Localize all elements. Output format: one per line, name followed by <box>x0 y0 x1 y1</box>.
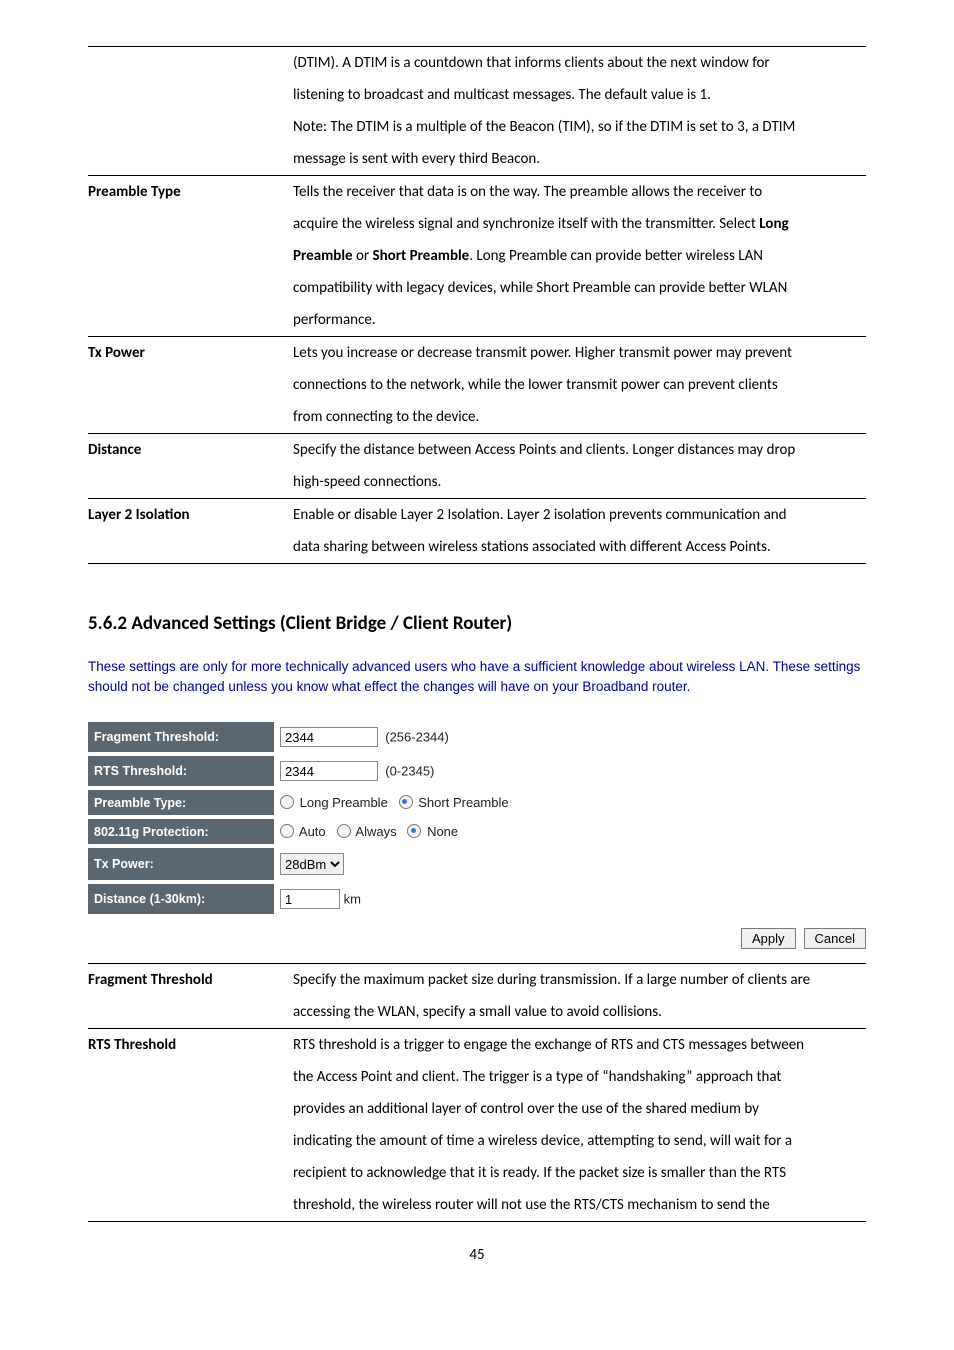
desc-line: threshold, the wireless router will not … <box>293 1189 866 1221</box>
term-layer2: Layer 2 Isolation <box>88 499 293 531</box>
term-tx-power: Tx Power <box>88 337 293 369</box>
distance-unit: km <box>344 892 361 907</box>
radio-protection-auto[interactable] <box>280 824 294 838</box>
radio-short-preamble-label: Short Preamble <box>418 795 508 810</box>
desc-line: acquire the wireless signal and synchron… <box>293 208 866 240</box>
row-80211g-protection: 802.11g Protection: Auto Always None <box>88 819 515 844</box>
label-distance: Distance (1-30km): <box>88 884 274 914</box>
term-distance: Distance <box>88 434 293 466</box>
desc-line: accessing the WLAN, specify a small valu… <box>293 996 866 1028</box>
desc-line: performance. <box>293 304 866 336</box>
desc-line: (DTIM). A DTIM is a countdown that infor… <box>293 47 866 79</box>
label-80211g-protection: 802.11g Protection: <box>88 819 274 844</box>
desc-line: Preamble or Short Preamble. Long Preambl… <box>293 240 866 272</box>
radio-protection-none[interactable] <box>407 824 421 838</box>
radio-short-preamble[interactable] <box>399 795 413 809</box>
radio-long-preamble-label: Long Preamble <box>300 795 388 810</box>
radio-long-preamble[interactable] <box>280 795 294 809</box>
desc-line: Tells the receiver that data is on the w… <box>293 176 866 208</box>
desc-line: connections to the network, while the lo… <box>293 369 866 401</box>
distance-input[interactable] <box>280 889 340 909</box>
desc-line: high-speed connections. <box>293 466 866 498</box>
term-rts-threshold: RTS Threshold <box>88 1029 293 1061</box>
fragment-threshold-range: (256-2344) <box>385 730 449 745</box>
apply-button[interactable]: Apply <box>741 928 796 949</box>
desc-line: message is sent with every third Beacon. <box>293 143 866 175</box>
desc-line: data sharing between wireless stations a… <box>293 531 866 563</box>
rts-threshold-input[interactable] <box>280 761 378 781</box>
cancel-button[interactable]: Cancel <box>804 928 866 949</box>
row-rts-threshold: RTS Threshold: (0-2345) <box>88 756 515 786</box>
desc-line: Specify the distance between Access Poin… <box>293 434 866 466</box>
desc-line: indicating the amount of time a wireless… <box>293 1125 866 1157</box>
radio-protection-auto-label: Auto <box>299 824 326 839</box>
desc-line: Specify the maximum packet size during t… <box>293 964 866 996</box>
term-fragment-threshold: Fragment Threshold <box>88 964 293 996</box>
definition-table-top: (DTIM). A DTIM is a countdown that infor… <box>88 46 866 564</box>
label-fragment-threshold: Fragment Threshold: <box>88 722 274 752</box>
tx-power-select[interactable]: 28dBm <box>280 853 344 875</box>
desc-line: provides an additional layer of control … <box>293 1093 866 1125</box>
row-tx-power: Tx Power: 28dBm <box>88 848 515 880</box>
fragment-threshold-input[interactable] <box>280 727 378 747</box>
label-tx-power: Tx Power: <box>88 848 274 880</box>
label-preamble-type: Preamble Type: <box>88 790 274 815</box>
definition-table-bottom: Fragment Threshold Specify the maximum p… <box>88 963 866 1222</box>
desc-line: Lets you increase or decrease transmit p… <box>293 337 866 369</box>
section-intro: These settings are only for more technic… <box>88 657 866 696</box>
row-distance: Distance (1-30km): km <box>88 884 515 914</box>
rts-threshold-range: (0-2345) <box>385 764 434 779</box>
desc-line: Enable or disable Layer 2 Isolation. Lay… <box>293 499 866 531</box>
desc-line: from connecting to the device. <box>293 401 866 433</box>
row-preamble-type: Preamble Type: Long Preamble Short Pream… <box>88 790 515 815</box>
term-preamble-type: Preamble Type <box>88 176 293 208</box>
label-rts-threshold: RTS Threshold: <box>88 756 274 786</box>
section-heading: 5.6.2 Advanced Settings (Client Bridge /… <box>88 612 866 635</box>
term <box>88 47 293 61</box>
desc-line: Note: The DTIM is a multiple of the Beac… <box>293 111 866 143</box>
desc-line: the Access Point and client. The trigger… <box>293 1061 866 1093</box>
desc-line: recipient to acknowledge that it is read… <box>293 1157 866 1189</box>
settings-panel: Fragment Threshold: (256-2344) RTS Thres… <box>88 718 515 918</box>
button-row: Apply Cancel <box>88 928 866 949</box>
radio-protection-always[interactable] <box>337 824 351 838</box>
desc-line: RTS threshold is a trigger to engage the… <box>293 1029 866 1061</box>
desc-line: listening to broadcast and multicast mes… <box>293 79 866 111</box>
row-fragment-threshold: Fragment Threshold: (256-2344) <box>88 722 515 752</box>
page-number: 45 <box>88 1246 866 1264</box>
desc-line: compatibility with legacy devices, while… <box>293 272 866 304</box>
radio-protection-none-label: None <box>427 824 458 839</box>
radio-protection-always-label: Always <box>355 824 396 839</box>
